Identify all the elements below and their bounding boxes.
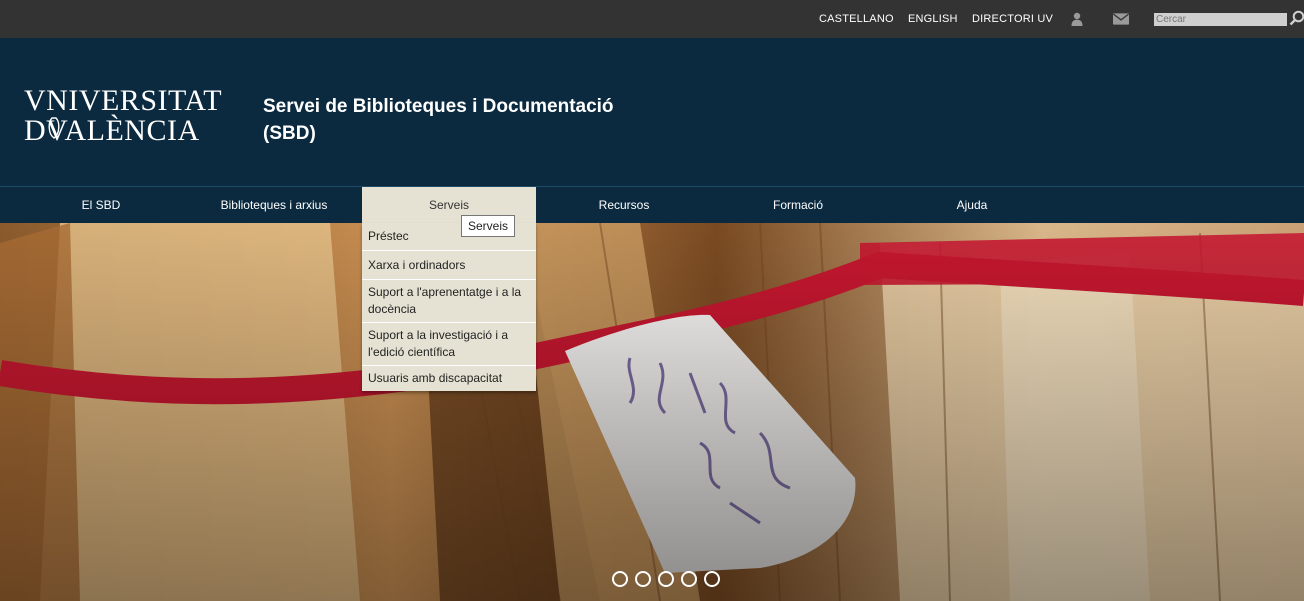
search-input[interactable] [1154,13,1287,26]
top-utility-bar: CASTELLANO ENGLISH DIRECTORI UV [0,0,1304,38]
dropdown-item-suport-investigacio[interactable]: Suport a la investigació i a l'edició ci… [362,323,536,366]
nav-item-biblioteques-i-arxius[interactable]: Biblioteques i arxius [190,187,358,223]
universitat-de-valencia-logo[interactable]: VNIVERSITAT DVALÈNCIA [24,82,224,148]
logo-line1: VNIVERSITAT [24,84,222,117]
nav-item-formacio[interactable]: Formació [712,187,884,223]
hero-image [0,223,1304,601]
dropdown-item-usuaris-discapacitat[interactable]: Usuaris amb discapacitat [362,366,536,391]
carousel-dot-2[interactable] [635,571,651,587]
serveis-tooltip: Serveis [461,215,516,237]
serveis-dropdown-menu: Préstec Xarxa i ordinadors Suport a l'ap… [362,223,536,391]
carousel-dot-4[interactable] [681,571,697,587]
nav-item-ajuda[interactable]: Ajuda [890,187,1054,223]
nav-item-recursos[interactable]: Recursos [542,187,706,223]
dropdown-item-xarxa-i-ordinadors[interactable]: Xarxa i ordinadors [362,251,536,280]
language-english-link[interactable]: ENGLISH [908,13,958,25]
language-castellano-link[interactable]: CASTELLANO [819,13,894,25]
carousel-dot-5[interactable] [704,571,720,587]
carousel-dot-3[interactable] [658,571,674,587]
envelope-icon[interactable] [1113,11,1129,27]
site-header: VNIVERSITAT DVALÈNCIA Servei de Bibliote… [0,38,1304,186]
nav-item-el-sbd[interactable]: El SBD [20,187,182,223]
directori-uv-link[interactable]: DIRECTORI UV [972,13,1053,25]
site-title[interactable]: Servei de Biblioteques i Documentació (S… [263,93,643,147]
user-icon[interactable] [1069,11,1085,27]
main-nav: El SBD Biblioteques i arxius Serveis Rec… [0,186,1304,223]
search-icon[interactable] [1289,10,1304,26]
carousel-dot-1[interactable] [612,571,628,587]
dropdown-item-suport-aprenentatge[interactable]: Suport a l'aprenentatge i a la docència [362,280,536,323]
